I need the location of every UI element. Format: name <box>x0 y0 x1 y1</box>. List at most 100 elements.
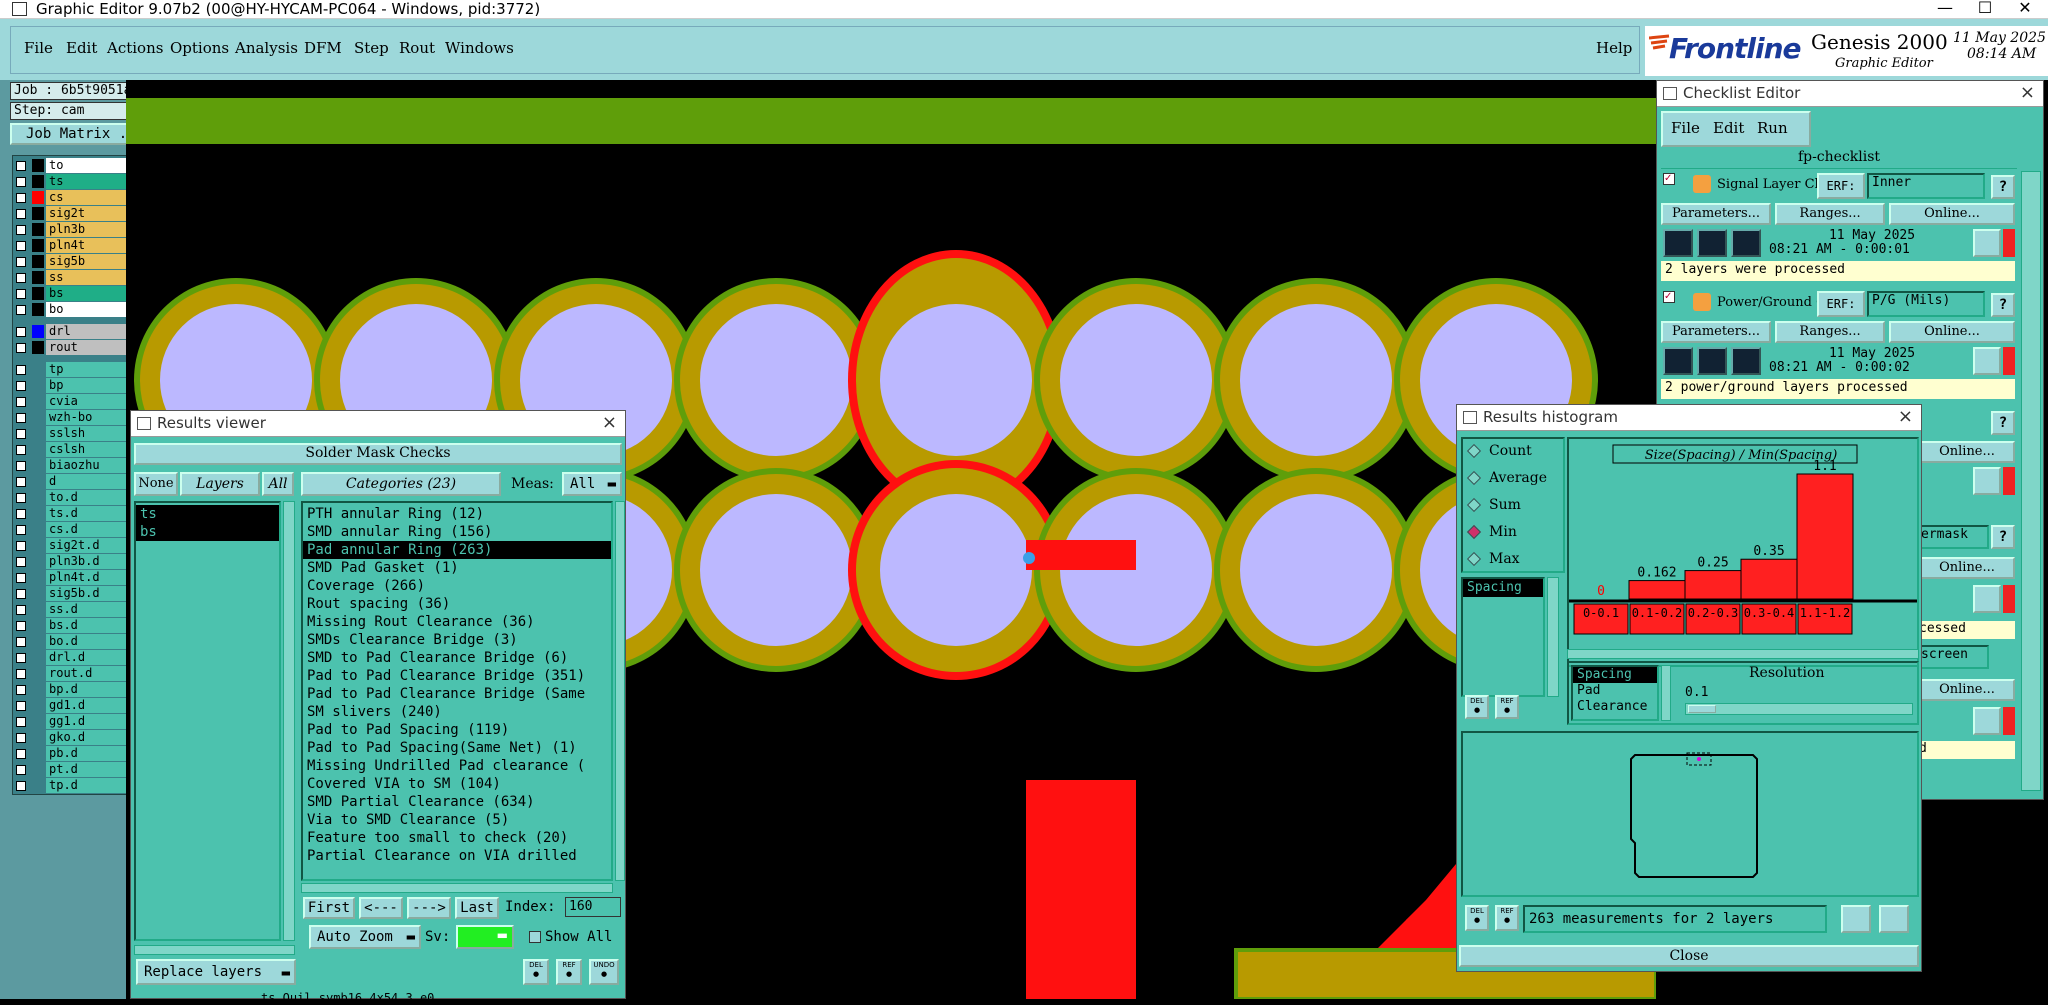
layer-checkbox[interactable] <box>16 541 26 551</box>
refresh-icon[interactable]: REF ● <box>556 959 582 985</box>
layer-row-misc[interactable]: pb.d <box>12 746 142 762</box>
category-item[interactable]: SMD to Pad Clearance Bridge (6) <box>303 649 611 667</box>
online-button[interactable]: Online... <box>1919 441 2015 463</box>
category-item[interactable]: Missing Rout Clearance (36) <box>303 613 611 631</box>
zoom-icon[interactable] <box>1841 905 1871 933</box>
menu-windows[interactable]: Windows <box>445 39 514 57</box>
layer-checkbox[interactable] <box>16 161 26 171</box>
search-icon[interactable] <box>1973 467 2001 495</box>
category-list-hscrollbar[interactable] <box>301 883 613 893</box>
sv-color-dropdown[interactable]: ▬ <box>456 925 514 949</box>
layer-row-board[interactable]: pln3b <box>12 222 142 238</box>
layer-checkbox[interactable] <box>16 327 26 337</box>
layer-checkbox[interactable] <box>16 257 26 267</box>
menu-edit[interactable]: Edit <box>66 39 97 57</box>
search-icon[interactable] <box>1973 347 2001 375</box>
layer-checkbox[interactable] <box>16 177 26 187</box>
layer-row-board[interactable]: ts <box>12 174 142 190</box>
checklist-scrollbar[interactable] <box>2021 171 2041 791</box>
online-button[interactable]: Online... <box>1919 679 2015 701</box>
layer-checkbox[interactable] <box>16 343 26 353</box>
category-item[interactable]: Rout spacing (36) <box>303 595 611 613</box>
layer-checkbox[interactable] <box>16 289 26 299</box>
layer-checkbox[interactable] <box>16 717 26 727</box>
first-button[interactable]: First <box>303 897 355 919</box>
online-button[interactable]: Online... <box>1889 203 2015 225</box>
close-icon[interactable]: × <box>602 412 617 433</box>
layer-checkbox[interactable] <box>16 429 26 439</box>
help-icon[interactable]: ? <box>1991 175 2015 199</box>
histogram-hscrollbar[interactable] <box>1567 649 1919 659</box>
show-all-checkbox[interactable] <box>529 931 541 943</box>
layer-row-misc[interactable]: biaozhu <box>12 458 142 474</box>
category-item[interactable]: SMDs Clearance Bridge (3) <box>303 631 611 649</box>
category-item[interactable]: Pad to Pad Spacing(Same Net) (1) <box>303 739 611 757</box>
results-viewer-titlebar[interactable]: Results viewer × <box>131 411 625 437</box>
search-icon[interactable] <box>1973 585 2001 613</box>
menu-rout[interactable]: Rout <box>399 39 435 57</box>
layer-row-misc[interactable]: bs.d <box>12 618 142 634</box>
parameter-list-scrollbar[interactable] <box>1547 577 1559 697</box>
run-status-icon[interactable] <box>1731 347 1761 375</box>
erf-value[interactable]: Inner <box>1867 173 1985 199</box>
slider-thumb[interactable] <box>1688 705 1716 713</box>
layer-row-board[interactable]: sig5b <box>12 254 142 270</box>
layer-row-misc[interactable]: cslsh <box>12 442 142 458</box>
erf-value[interactable]: ermask <box>1919 525 1989 549</box>
layer-row-misc[interactable]: wzh-bo <box>12 410 142 426</box>
layer-checkbox[interactable] <box>16 589 26 599</box>
resolution-slider[interactable] <box>1685 703 1913 715</box>
list-item[interactable]: Spacing <box>1573 667 1657 683</box>
category-item[interactable]: Feature too small to check (20) <box>303 829 611 847</box>
layer-checkbox[interactable] <box>16 241 26 251</box>
erf-button[interactable]: ERF: <box>1817 291 1865 317</box>
layer-row-misc[interactable]: gko.d <box>12 730 142 746</box>
category-item[interactable]: Coverage (266) <box>303 577 611 595</box>
checklist-menu-run[interactable]: Run <box>1757 119 1788 137</box>
layer-checkbox[interactable] <box>16 397 26 407</box>
checklist-menu-edit[interactable]: Edit <box>1713 119 1744 137</box>
layer-checkbox[interactable] <box>16 781 26 791</box>
layer-checkbox[interactable] <box>16 733 26 743</box>
category-item[interactable]: Pad to Pad Clearance Bridge (Same <box>303 685 611 703</box>
help-icon[interactable]: ? <box>1991 293 2015 317</box>
close-icon[interactable]: × <box>2020 82 2035 103</box>
close-histogram-button[interactable]: Close <box>1459 945 1919 967</box>
layer-row-misc[interactable]: rout.d <box>12 666 142 682</box>
layer-checkbox[interactable] <box>16 445 26 455</box>
layer-row-board[interactable]: bs <box>12 286 142 302</box>
auto-zoom-dropdown[interactable]: Auto Zoom ▬ <box>309 925 421 949</box>
refresh-icon[interactable]: REF ● <box>1495 695 1519 719</box>
maximize-button[interactable]: ☐ <box>1965 0 2005 18</box>
layer-row-misc[interactable]: pln4t.d <box>12 570 142 586</box>
minimize-button[interactable]: — <box>1925 0 1965 18</box>
layer-row-misc[interactable]: tp.d <box>12 778 142 794</box>
layer-row-board[interactable]: sig2t <box>12 206 142 222</box>
online-button[interactable]: Online... <box>1889 321 2015 343</box>
layer-list-hscrollbar[interactable] <box>134 945 295 955</box>
online-button[interactable]: Online... <box>1919 557 2015 579</box>
next-button[interactable]: ---> <box>407 897 451 919</box>
layer-row-board[interactable]: pln4t <box>12 238 142 254</box>
layer-checkbox[interactable] <box>16 621 26 631</box>
delete-icon[interactable]: DEL ● <box>1465 695 1489 719</box>
parameters-button[interactable]: Parameters... <box>1661 321 1771 343</box>
select-all-button[interactable]: All <box>262 472 294 496</box>
run-status-icon[interactable] <box>1663 347 1693 375</box>
layer-row-misc[interactable]: gg1.d <box>12 714 142 730</box>
category-item[interactable]: SMD annular Ring (156) <box>303 523 611 541</box>
layer-row-misc[interactable]: cvia <box>12 394 142 410</box>
last-button[interactable]: Last <box>455 897 499 919</box>
layer-row-misc[interactable]: bo.d <box>12 634 142 650</box>
help-icon[interactable]: ? <box>1991 525 2015 549</box>
layer-checkbox[interactable] <box>16 225 26 235</box>
layer-row-misc[interactable]: tp <box>12 362 142 378</box>
category-list-scrollbar[interactable] <box>615 501 625 881</box>
category-item[interactable]: Covered VIA to SM (104) <box>303 775 611 793</box>
menu-actions[interactable]: Actions <box>107 39 163 57</box>
layer-checkbox[interactable] <box>16 525 26 535</box>
layer-row-drill[interactable]: drl <box>12 324 142 340</box>
run-status-icon[interactable] <box>1697 347 1727 375</box>
delete-icon[interactable]: DEL ● <box>523 959 549 985</box>
index-field[interactable]: 160 <box>565 897 621 917</box>
